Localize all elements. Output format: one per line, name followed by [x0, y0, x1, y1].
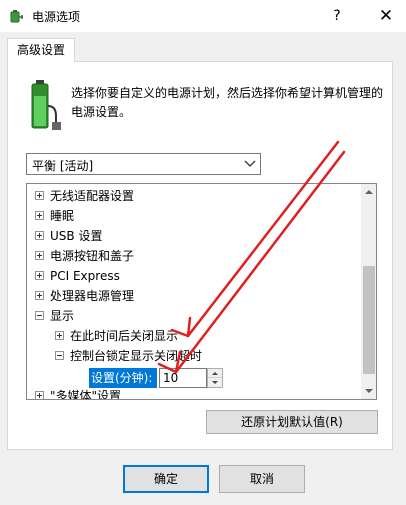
tree-item-label: 显示: [50, 309, 75, 323]
power-options-app-icon: [10, 10, 23, 23]
collapse-icon[interactable]: [55, 351, 64, 360]
tree-item-label: "多媒体"设置: [50, 389, 122, 400]
power-settings-tree[interactable]: 无线适配器设置 睡眠 USB 设置 电源按钮和盖子 PCI Express 处理…: [26, 183, 377, 400]
expand-icon[interactable]: [35, 271, 44, 280]
expand-icon[interactable]: [35, 391, 44, 399]
tree-item-label: USB 设置: [50, 229, 103, 243]
power-plan-select-value: 平衡 [活动]: [32, 159, 94, 173]
tree-item-label: 电源按钮和盖子: [50, 249, 135, 263]
tree-item-label: 处理器电源管理: [50, 289, 135, 303]
tree-item-power-buttons[interactable]: 电源按钮和盖子: [35, 246, 134, 266]
chevron-down-icon: [244, 160, 256, 167]
title-bar: 电源选项 ? ✕: [0, 0, 406, 32]
spin-down-icon[interactable]: [208, 378, 222, 387]
tree-item-display[interactable]: 显示: [35, 306, 74, 326]
tree-item-turn-off-display-after[interactable]: 在此时间后关闭显示: [55, 326, 178, 346]
tree-item-label: 在此时间后关闭显示: [70, 329, 179, 343]
minutes-input[interactable]: 10: [159, 368, 207, 388]
restore-defaults-button[interactable]: 还原计划默认值(R): [206, 410, 378, 434]
expand-icon[interactable]: [35, 211, 44, 220]
tree-item-sleep[interactable]: 睡眠: [35, 206, 74, 226]
close-button[interactable]: ✕: [366, 0, 406, 32]
battery-plug-icon: [31, 80, 61, 130]
description-text: 选择你要自定义的电源计划，然后选择你希望计算机管理的电源设置。: [71, 86, 384, 119]
spin-up-icon[interactable]: [208, 369, 222, 378]
tree-item-usb[interactable]: USB 设置: [35, 226, 102, 246]
tree-item-pci-express[interactable]: PCI Express: [35, 266, 120, 286]
minutes-spinner[interactable]: [207, 368, 223, 388]
cancel-button[interactable]: 取消: [219, 465, 305, 493]
tree-item-label: 无线适配器设置: [50, 189, 135, 203]
expand-icon[interactable]: [35, 251, 44, 260]
expand-icon[interactable]: [35, 191, 44, 200]
help-button[interactable]: ?: [322, 0, 352, 32]
tree-scrollbar[interactable]: [361, 184, 376, 399]
power-plan-select[interactable]: 平衡 [活动]: [26, 153, 261, 175]
tab-advanced-settings[interactable]: 高级设置: [7, 38, 75, 62]
ok-button[interactable]: 确定: [123, 465, 209, 493]
tree-item-processor-power[interactable]: 处理器电源管理: [35, 286, 134, 306]
window-title: 电源选项: [32, 10, 81, 24]
tree-item-console-lock-display-off-timeout[interactable]: 控制台锁定显示关闭超时: [55, 346, 202, 366]
setting-minutes-label[interactable]: 设置(分钟):: [89, 368, 157, 388]
expand-icon[interactable]: [35, 231, 44, 240]
expand-icon[interactable]: [35, 291, 44, 300]
tree-item-label: 睡眠: [50, 209, 75, 223]
collapse-icon[interactable]: [35, 311, 44, 320]
tree-item-multimedia[interactable]: "多媒体"设置: [35, 386, 122, 400]
tree-item-wireless-adapter[interactable]: 无线适配器设置: [35, 186, 134, 206]
scroll-up-icon[interactable]: [361, 184, 376, 200]
scroll-down-icon[interactable]: [361, 383, 376, 399]
tree-item-label: 控制台锁定显示关闭超时: [70, 349, 203, 363]
tree-item-label: PCI Express: [50, 269, 120, 283]
expand-icon[interactable]: [55, 331, 64, 340]
scroll-thumb[interactable]: [363, 266, 375, 374]
